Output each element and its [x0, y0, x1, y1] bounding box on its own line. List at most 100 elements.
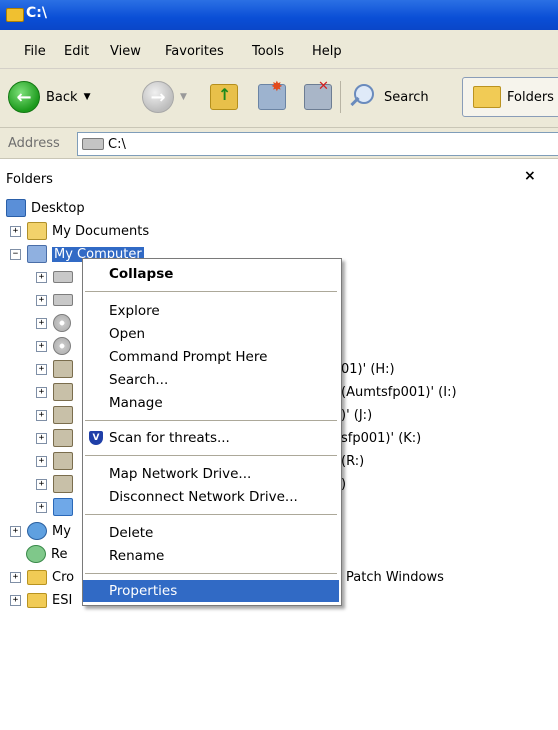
menu-item-map-network-drive[interactable]: Map Network Drive... [83, 463, 339, 485]
expand-icon[interactable]: + [36, 340, 47, 352]
forward-button[interactable]: → ▼ [142, 79, 187, 115]
expand-icon[interactable]: + [36, 409, 47, 421]
menu-bar: File Edit View Favorites Tools Help [0, 30, 558, 69]
folder-icon [27, 569, 47, 585]
expand-icon[interactable]: + [36, 386, 47, 398]
expand-icon[interactable]: + [10, 594, 21, 606]
tree-item-recycle-bin[interactable]: Re [26, 544, 67, 564]
menu-help[interactable]: Help [312, 44, 342, 59]
network-drive-icon [53, 383, 73, 401]
move-to-icon [258, 79, 286, 110]
menu-item-manage[interactable]: Manage [83, 392, 339, 414]
forward-arrow-icon: → [142, 81, 174, 113]
expand-icon[interactable]: + [36, 271, 47, 283]
window-title: C:\ [26, 5, 47, 21]
address-bar: Address C:\ [0, 128, 558, 159]
menu-item-label: Manage [109, 395, 163, 411]
chevron-down-icon[interactable]: ▼ [84, 92, 91, 102]
tree-item-network-drive[interactable]: + [36, 405, 78, 425]
address-label: Address [8, 136, 60, 151]
tree-item-folder-esi[interactable]: + ESI [10, 590, 72, 610]
tree-label: Desktop [31, 200, 85, 216]
network-drive-icon [53, 429, 73, 447]
tree-item-cd-drive[interactable]: + [36, 336, 76, 356]
expand-icon[interactable]: + [36, 455, 47, 467]
tree-item-drive[interactable]: + [36, 267, 78, 287]
drive-icon [53, 294, 73, 306]
tree-label-k-drive: sfp001)' (K:) [341, 431, 422, 446]
cd-drive-icon [53, 337, 71, 355]
move-to-button[interactable] [258, 79, 286, 115]
tree-item-network-drive[interactable]: + [36, 359, 78, 379]
delete-button[interactable] [304, 79, 332, 115]
folders-button[interactable]: Folders [462, 77, 558, 117]
menu-item-label: Map Network Drive... [109, 466, 252, 482]
address-input[interactable]: C:\ [77, 132, 558, 156]
expand-icon[interactable]: + [36, 363, 47, 375]
menu-item-scan-for-threats[interactable]: V Scan for threats... [83, 427, 339, 449]
menu-item-disconnect-network-drive[interactable]: Disconnect Network Drive... [83, 486, 339, 508]
folders-icon [473, 86, 501, 108]
expand-icon[interactable]: + [36, 294, 47, 306]
tree-item-desktop[interactable]: Desktop [6, 198, 85, 218]
close-icon[interactable]: × [524, 168, 536, 184]
tree-item-control-panel[interactable]: + [36, 497, 78, 517]
menu-edit[interactable]: Edit [64, 44, 89, 59]
cd-drive-icon [53, 314, 71, 332]
chevron-down-icon[interactable]: ▼ [180, 92, 187, 102]
expand-icon[interactable]: + [36, 317, 47, 329]
back-label: Back [46, 89, 78, 105]
expand-icon[interactable]: + [10, 571, 21, 583]
toolbar: ← Back ▼ → ▼ Search Folders [0, 69, 558, 128]
menu-item-open[interactable]: Open [83, 323, 339, 345]
tree-label-j-drive: )' (J:) [341, 408, 373, 423]
menu-item-label: Properties [109, 583, 178, 599]
menu-view[interactable]: View [110, 44, 141, 59]
my-computer-icon [27, 245, 47, 263]
tree-item-network-drive[interactable]: + [36, 428, 78, 448]
drive-icon [53, 271, 73, 283]
tree-label: Re [51, 546, 68, 562]
up-folder-button[interactable] [210, 79, 238, 115]
back-button[interactable]: ← Back ▼ [8, 79, 90, 115]
address-value: C:\ [108, 136, 126, 152]
menu-item-label: Explore [109, 303, 160, 319]
tree-item-folder-cro[interactable]: + Cro [10, 567, 74, 587]
menu-tools[interactable]: Tools [252, 44, 284, 59]
menu-item-command-prompt[interactable]: Command Prompt Here [83, 346, 339, 368]
tree-item-network-drive[interactable]: + [36, 451, 78, 471]
drive-icon [82, 138, 104, 150]
menu-item-label: Command Prompt Here [109, 349, 268, 365]
folders-label: Folders [507, 89, 554, 105]
tree-item-network-drive[interactable]: + [36, 474, 78, 494]
tree-label-patch-windows: Patch Windows [346, 570, 444, 585]
search-icon [348, 84, 374, 110]
menu-favorites[interactable]: Favorites [165, 44, 224, 59]
folder-icon [27, 592, 47, 608]
title-bar[interactable]: C:\ [0, 0, 558, 30]
collapse-icon[interactable]: − [10, 248, 21, 260]
menu-item-properties[interactable]: Properties [83, 580, 339, 602]
folder-icon [6, 8, 24, 22]
expand-icon[interactable]: + [10, 525, 21, 537]
menu-item-rename[interactable]: Rename [83, 545, 339, 567]
tree-item-cd-drive[interactable]: + [36, 313, 76, 333]
expand-icon[interactable]: + [36, 478, 47, 490]
tree-item-my-network[interactable]: + My [10, 521, 71, 541]
tree-item-network-drive[interactable]: + [36, 382, 78, 402]
menu-item-collapse[interactable]: Collapse [83, 263, 339, 285]
expand-icon[interactable]: + [36, 501, 47, 513]
menu-file[interactable]: File [24, 44, 46, 59]
tree-item-my-documents[interactable]: + My Documents [10, 221, 149, 241]
tree-item-drive[interactable]: + [36, 290, 78, 310]
control-panel-icon [53, 498, 73, 516]
expand-icon[interactable]: + [36, 432, 47, 444]
delete-icon [304, 79, 332, 110]
my-documents-icon [27, 222, 47, 240]
search-button[interactable]: Search [348, 79, 429, 115]
my-network-icon [27, 522, 47, 540]
expand-icon[interactable]: + [10, 225, 21, 237]
menu-item-delete[interactable]: Delete [83, 522, 339, 544]
menu-item-search[interactable]: Search... [83, 369, 339, 391]
menu-item-explore[interactable]: Explore [83, 300, 339, 322]
